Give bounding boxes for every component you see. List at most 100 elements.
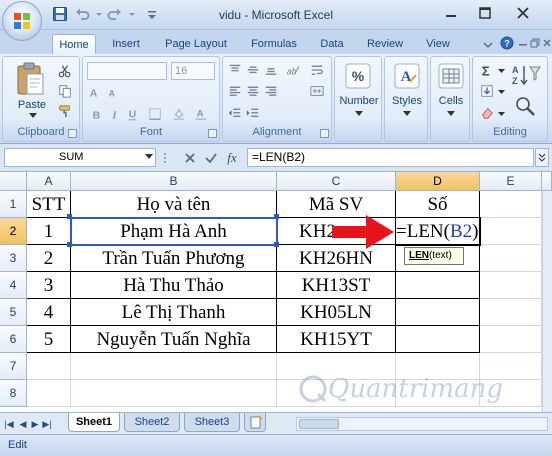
font-name-combo[interactable] bbox=[87, 62, 167, 80]
cancel-icon[interactable] bbox=[182, 150, 198, 166]
cell-a2[interactable]: 1 bbox=[27, 218, 71, 245]
cell-a1[interactable]: STT bbox=[27, 191, 71, 218]
tab-view[interactable]: View bbox=[420, 34, 456, 54]
fill-icon[interactable] bbox=[479, 83, 495, 99]
styles-dropdown-icon[interactable] bbox=[403, 111, 411, 117]
paste-label[interactable]: Paste bbox=[7, 99, 57, 111]
workbook-restore-icon[interactable] bbox=[530, 38, 540, 48]
bold-icon[interactable]: B bbox=[89, 106, 105, 122]
find-select-icon[interactable] bbox=[513, 95, 539, 117]
fill-color-icon[interactable] bbox=[171, 106, 187, 122]
formula-bar-expand-button[interactable] bbox=[535, 148, 549, 167]
worksheet-grid[interactable]: A B C D E 1 2 3 4 5 6 7 8 STT Họ và tên … bbox=[0, 172, 552, 412]
insert-sheet-button[interactable] bbox=[244, 413, 266, 432]
cell-e2[interactable] bbox=[480, 218, 542, 245]
decrease-font-icon[interactable]: A bbox=[105, 84, 121, 100]
row-header-2[interactable]: 2 bbox=[0, 218, 27, 245]
tab-insert[interactable]: Insert bbox=[104, 34, 148, 54]
borders-icon[interactable] bbox=[147, 106, 163, 122]
cell-a4[interactable]: 3 bbox=[27, 272, 71, 299]
align-right-icon[interactable] bbox=[263, 83, 279, 99]
cell-a3[interactable]: 2 bbox=[27, 245, 71, 272]
align-top-icon[interactable] bbox=[227, 62, 243, 78]
column-header-f[interactable] bbox=[542, 172, 552, 191]
help-icon[interactable]: ? bbox=[500, 36, 514, 50]
cell-a8[interactable] bbox=[27, 380, 71, 407]
cell-b6[interactable]: Nguyễn Tuấn Nghĩa bbox=[71, 326, 277, 353]
row-header-8[interactable]: 8 bbox=[0, 380, 27, 407]
number-group[interactable]: % Number bbox=[334, 56, 382, 142]
alignment-launcher[interactable] bbox=[320, 129, 329, 138]
align-middle-icon[interactable] bbox=[245, 62, 261, 78]
cell-b5[interactable]: Lê Thị Thanh bbox=[71, 299, 277, 326]
horizontal-scroll-thumb[interactable] bbox=[299, 419, 339, 429]
paste-dropdown-icon[interactable] bbox=[29, 113, 37, 119]
ribbon-minimize-icon[interactable] bbox=[482, 38, 494, 50]
sheet-tab-sheet3[interactable]: Sheet3 bbox=[184, 413, 240, 432]
cell-b1[interactable]: Họ và tên bbox=[71, 191, 277, 218]
row-header-4[interactable]: 4 bbox=[0, 272, 27, 299]
autosum-dropdown-icon[interactable] bbox=[498, 69, 505, 74]
styles-group[interactable]: A Styles bbox=[384, 56, 428, 142]
cell-c5[interactable]: KH05LN bbox=[277, 299, 396, 326]
first-sheet-icon[interactable]: |◀ bbox=[4, 418, 14, 430]
format-painter-icon[interactable] bbox=[57, 103, 73, 119]
tab-review[interactable]: Review bbox=[360, 34, 410, 54]
sheet-tab-sheet1[interactable]: Sheet1 bbox=[68, 413, 120, 432]
maximize-icon[interactable] bbox=[472, 3, 498, 23]
column-header-b[interactable]: B bbox=[71, 172, 277, 191]
cell-d5[interactable] bbox=[396, 299, 480, 326]
cell-e5[interactable] bbox=[480, 299, 542, 326]
align-center-icon[interactable] bbox=[245, 83, 261, 99]
row-header-1[interactable]: 1 bbox=[0, 191, 27, 218]
enter-icon[interactable] bbox=[203, 150, 219, 166]
office-button[interactable] bbox=[2, 1, 42, 41]
number-dropdown-icon[interactable] bbox=[355, 111, 363, 117]
insert-function-icon[interactable]: fx bbox=[224, 150, 240, 166]
cells-icon[interactable] bbox=[438, 63, 464, 89]
align-left-icon[interactable] bbox=[227, 83, 243, 99]
cell-e1[interactable] bbox=[480, 191, 542, 218]
cell-b4[interactable]: Hà Thu Thảo bbox=[71, 272, 277, 299]
cell-d4[interactable] bbox=[396, 272, 480, 299]
align-bottom-icon[interactable] bbox=[263, 62, 279, 78]
cell-d6[interactable] bbox=[396, 326, 480, 353]
row-header-7[interactable]: 7 bbox=[0, 353, 27, 380]
formula-input[interactable]: =LEN(B2) bbox=[247, 148, 534, 167]
fill-dropdown-icon[interactable] bbox=[498, 90, 505, 95]
row-header-3[interactable]: 3 bbox=[0, 245, 27, 272]
column-header-d[interactable]: D bbox=[396, 172, 480, 191]
cell-b7[interactable] bbox=[71, 353, 277, 380]
cell-d8[interactable] bbox=[396, 380, 480, 407]
close-icon[interactable] bbox=[510, 3, 536, 23]
column-header-e[interactable]: E bbox=[480, 172, 542, 191]
cells-dropdown-icon[interactable] bbox=[447, 111, 455, 117]
workbook-minimize-icon[interactable] bbox=[518, 38, 528, 48]
tooltip-function-name[interactable]: LEN bbox=[409, 250, 429, 261]
cell-e3[interactable] bbox=[480, 245, 542, 272]
cut-icon[interactable] bbox=[57, 63, 73, 79]
last-sheet-icon[interactable]: ▶| bbox=[42, 418, 52, 430]
name-box-dropdown-icon[interactable] bbox=[145, 154, 153, 159]
italic-icon[interactable]: I bbox=[107, 106, 123, 122]
row-header-5[interactable]: 5 bbox=[0, 299, 27, 326]
cell-e7[interactable] bbox=[480, 353, 542, 380]
clipboard-launcher[interactable] bbox=[68, 129, 77, 138]
wrap-text-icon[interactable] bbox=[309, 62, 325, 78]
decrease-indent-icon[interactable] bbox=[227, 105, 243, 121]
cell-d1[interactable]: Số bbox=[396, 191, 480, 218]
select-all-corner[interactable] bbox=[0, 172, 27, 191]
tab-data[interactable]: Data bbox=[314, 34, 350, 54]
next-sheet-icon[interactable]: ▶ bbox=[30, 418, 40, 430]
cell-d2[interactable]: =LEN(B2) bbox=[396, 218, 480, 245]
vertical-scrollbar[interactable] bbox=[542, 191, 552, 412]
increase-indent-icon[interactable] bbox=[245, 105, 261, 121]
sheet-tab-sheet2[interactable]: Sheet2 bbox=[124, 413, 180, 432]
increase-font-icon[interactable]: A bbox=[87, 84, 103, 100]
cell-b3[interactable]: Trần Tuấn Phương bbox=[71, 245, 277, 272]
row-header-6[interactable]: 6 bbox=[0, 326, 27, 353]
paste-icon[interactable] bbox=[15, 61, 45, 97]
clear-dropdown-icon[interactable] bbox=[498, 112, 505, 117]
font-size-combo[interactable]: 16 bbox=[171, 62, 215, 80]
cell-a7[interactable] bbox=[27, 353, 71, 380]
